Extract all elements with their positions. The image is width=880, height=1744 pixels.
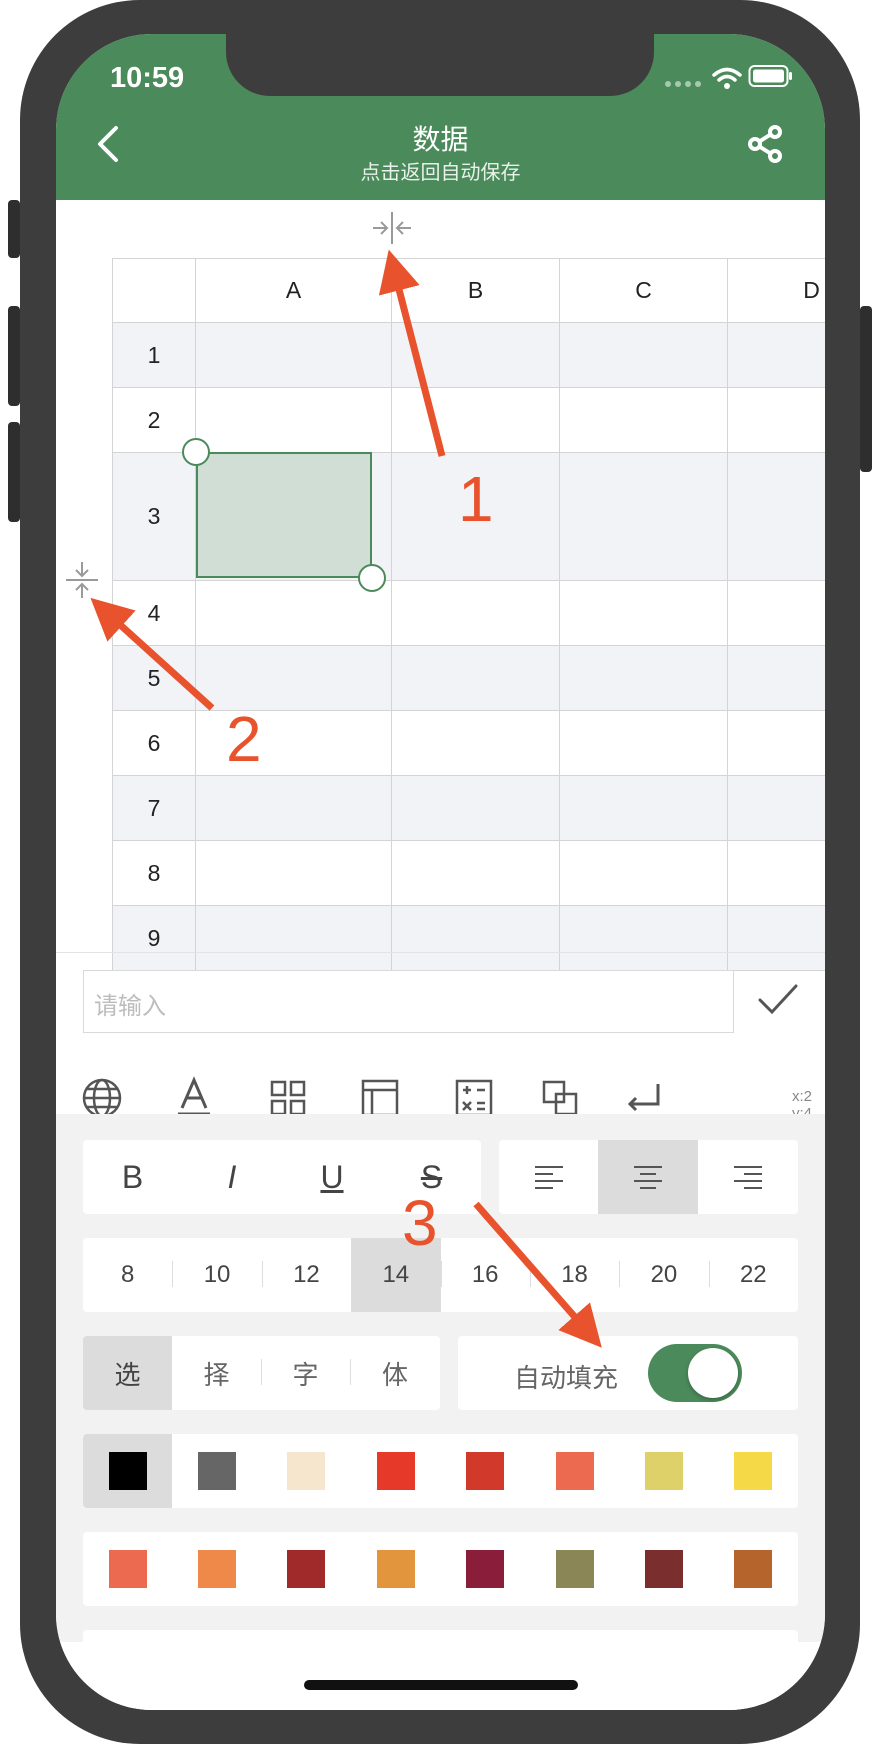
annotation-label-1: 1	[458, 463, 494, 535]
annotation-arrow-3	[473, 1201, 602, 1348]
annotation-label-2: 2	[226, 703, 262, 775]
volume-up-button	[8, 306, 20, 406]
annotation-arrow-2	[90, 597, 215, 711]
mute-switch	[8, 200, 20, 258]
volume-down-button	[8, 422, 20, 522]
annotation-overlay	[90, 249, 602, 1348]
annotation-label-3: 3	[402, 1187, 438, 1259]
screen: 10:59 数据 点击返回自动保存 A B C D 1 2 3 4 5 6 7 …	[56, 34, 825, 1710]
power-button	[860, 306, 872, 472]
annotation-arrow-1	[378, 249, 446, 457]
